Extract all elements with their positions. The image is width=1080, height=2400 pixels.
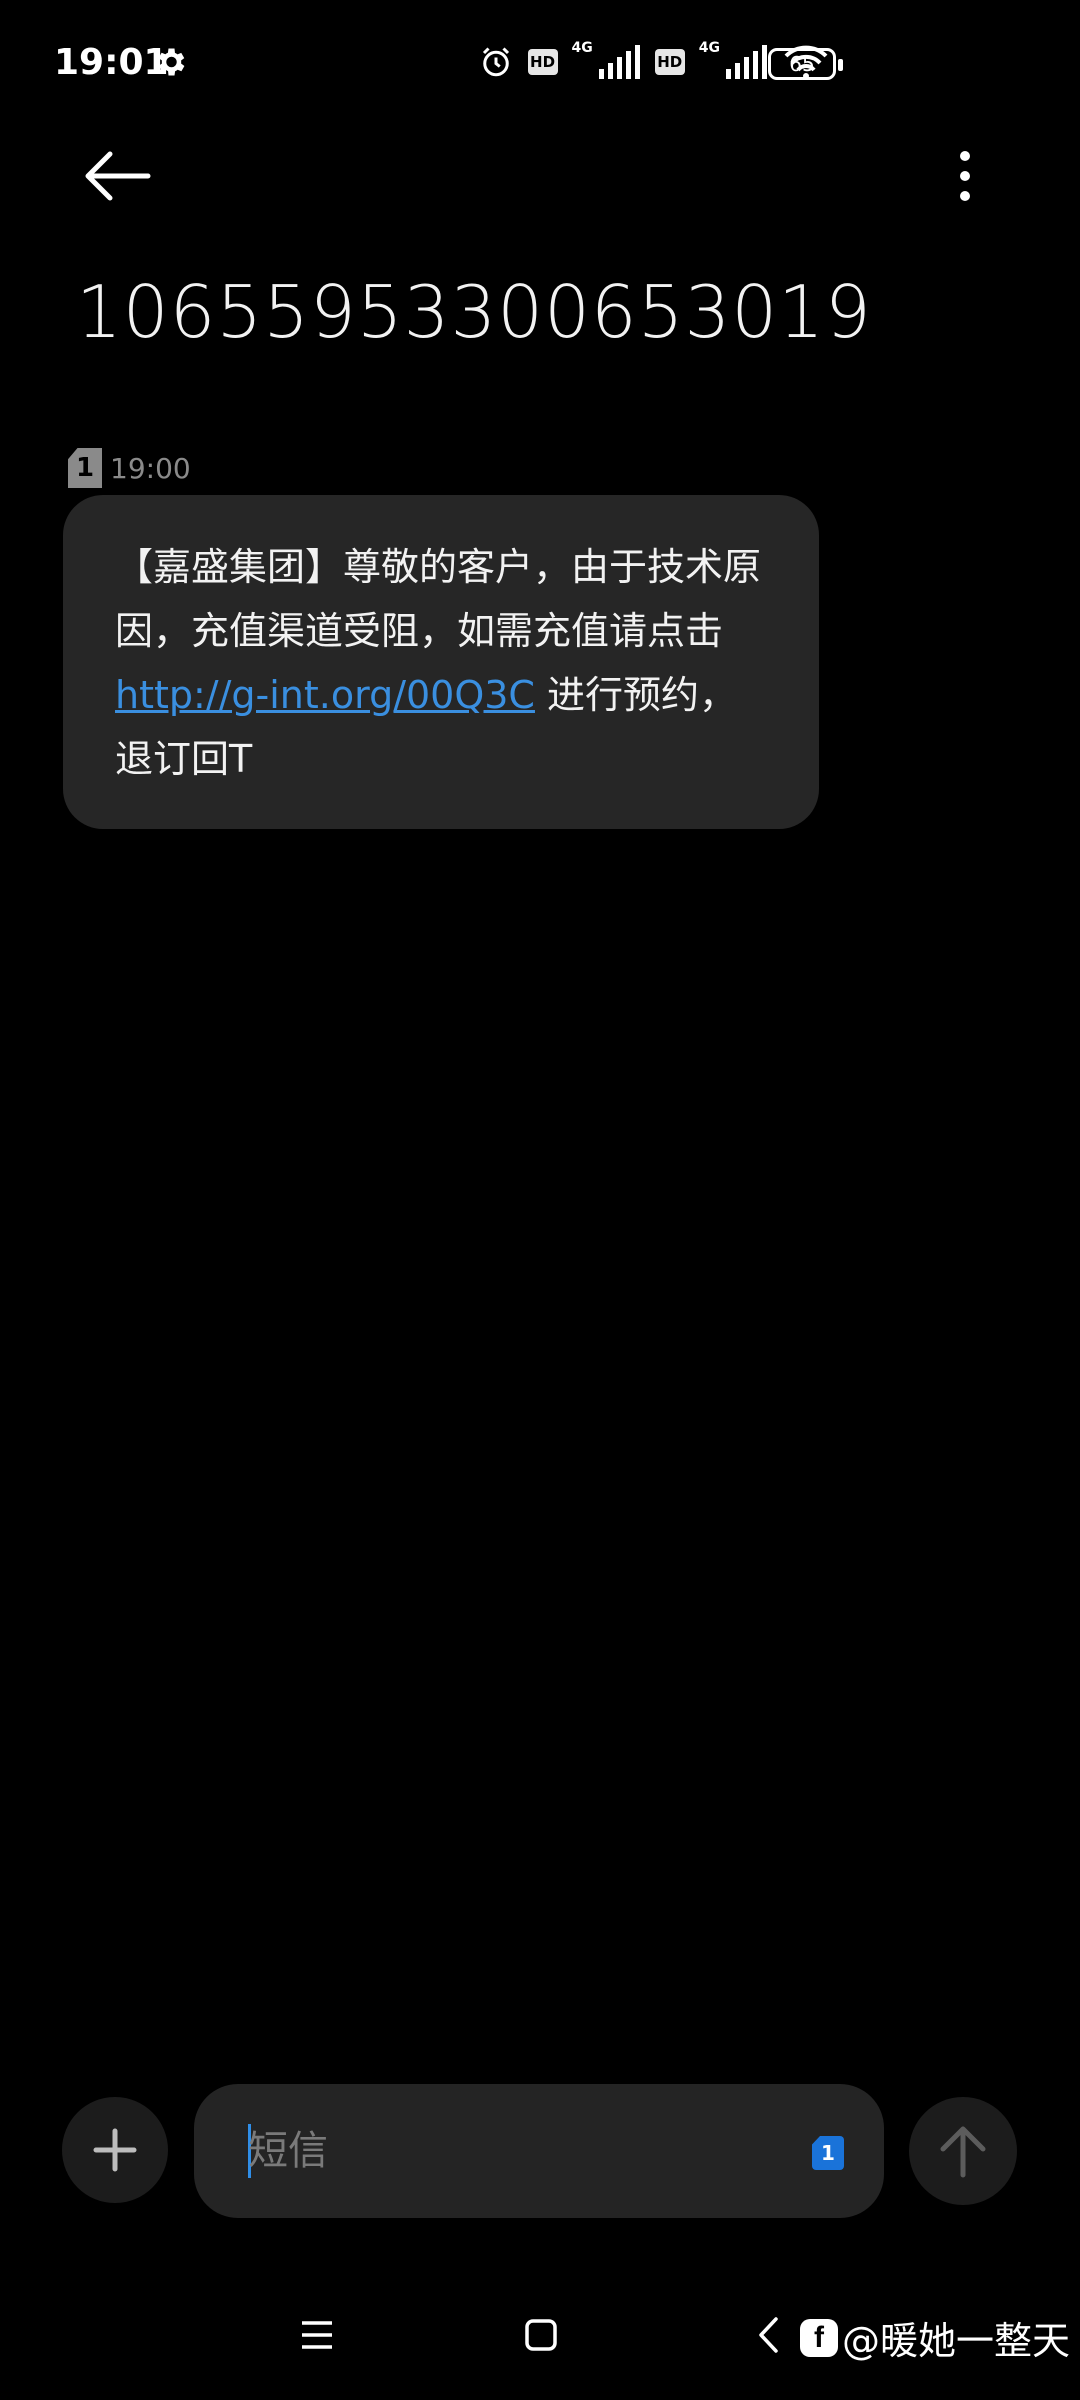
arrow-up-icon [940, 2126, 986, 2178]
nav-back-icon[interactable] [756, 2316, 780, 2354]
conversation-title: 10655953300653019 [76, 270, 872, 354]
sim-card-icon: 1 [68, 448, 102, 488]
signal-icon-2 [726, 45, 767, 79]
message-text-before: 【嘉盛集团】尊敬的客户，由于技术原因，充值渠道受阻，如需充值请点击 [115, 545, 762, 653]
message-bubble[interactable]: 【嘉盛集团】尊敬的客户，由于技术原因，充值渠道受阻，如需充值请点击 http://… [63, 495, 819, 829]
home-icon[interactable] [524, 2318, 558, 2352]
arrow-left-icon[interactable] [82, 148, 152, 204]
sms-input[interactable] [248, 2084, 808, 2218]
menu-icon[interactable] [300, 2318, 334, 2352]
signal-icon [598, 45, 640, 79]
message-meta: 1 19:00 [68, 448, 191, 488]
network-4g-label: 4G [571, 40, 593, 56]
status-bar: 19:01 HD 4G HD 4G 65 [0, 0, 1080, 128]
alarm-icon [482, 47, 509, 77]
weibo-logo-icon: f [800, 2318, 838, 2357]
send-button[interactable] [909, 2097, 1017, 2205]
message-time: 19:00 [110, 451, 191, 485]
message-text: 【嘉盛集团】尊敬的客户，由于技术原因，充值渠道受阻，如需充值请点击 http://… [115, 535, 767, 791]
sim-select-button[interactable]: 1 [812, 2136, 844, 2170]
battery-indicator: 65 [768, 48, 843, 80]
plus-icon [93, 2128, 137, 2172]
add-attachment-button[interactable] [62, 2097, 168, 2203]
hd-badge: HD [527, 49, 558, 75]
more-vert-icon[interactable] [950, 148, 980, 204]
gear-icon [158, 48, 185, 76]
message-link[interactable]: http://g-int.org/00Q3C [115, 673, 535, 717]
compose-field[interactable]: 1 [194, 2084, 884, 2218]
network-4g-label-2: 4G [698, 40, 720, 56]
watermark-text: @暖她一整天 [842, 2319, 1071, 2363]
hd-badge-2: HD [654, 49, 685, 75]
watermark: f @暖她一整天 [800, 2310, 1070, 2365]
